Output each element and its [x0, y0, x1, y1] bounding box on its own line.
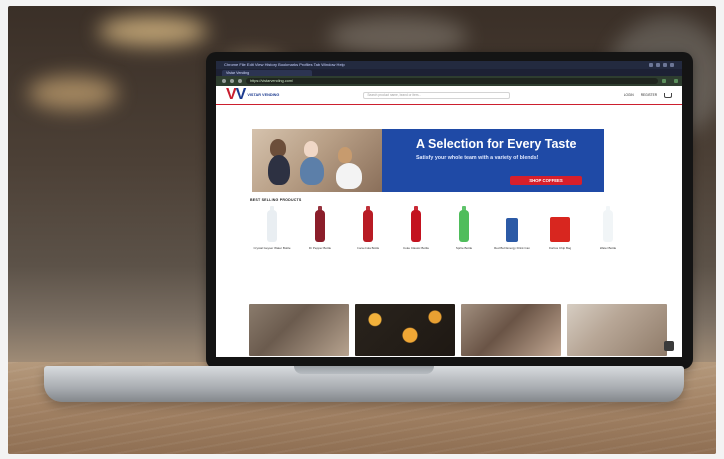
product-item[interactable]: Red Bull Energy Drink Can [490, 208, 534, 266]
hero-blue-panel: A Selection for Every Taste Satisfy your… [382, 129, 604, 192]
login-link[interactable]: LOGIN [624, 93, 634, 97]
hero-title: A Selection for Every Taste [416, 137, 577, 151]
logo-mark-icon: VV [226, 86, 246, 103]
status-icon [649, 63, 653, 67]
promo-tiles [249, 304, 669, 356]
site-header: VV VISTAR VENDING Search product name, b… [216, 86, 682, 105]
address-input[interactable]: https://vistarvending.com/ [246, 78, 658, 84]
status-icon [656, 63, 660, 67]
bottle-icon [363, 206, 373, 242]
menubar-status-icons [649, 63, 678, 67]
product-item[interactable]: Sprite Bottle [442, 206, 486, 266]
product-item[interactable]: Crystal Geyser Water Bottle [250, 206, 294, 266]
laptop-screen: Chrome File Edit View History Bookmarks … [206, 52, 693, 369]
product-carousel: Crystal Geyser Water Bottle Dr Pepper Bot… [250, 206, 630, 266]
browser-tabbar: Vistar Vending [216, 69, 682, 76]
person-figure [336, 163, 362, 189]
product-name: Crystal Geyser Water Bottle [253, 247, 291, 250]
can-icon [506, 218, 518, 242]
product-name: Coke Classic Bottle [402, 247, 429, 250]
hero-banner: A Selection for Every Taste Satisfy your… [252, 129, 604, 192]
bottle-icon [411, 206, 421, 242]
person-figure [268, 155, 290, 185]
os-menubar: Chrome File Edit View History Bookmarks … [216, 61, 682, 69]
product-name: Sprite Bottle [455, 247, 473, 250]
extension-icon[interactable] [662, 79, 666, 83]
person-figure [338, 147, 352, 163]
bottle-icon [603, 206, 613, 242]
logo-text: VISTAR VENDING [247, 92, 280, 97]
bottle-icon [315, 206, 325, 242]
product-item[interactable]: Doritos Chip Bag [538, 208, 582, 266]
background-photo: Chrome File Edit View History Bookmarks … [8, 6, 716, 454]
back-icon[interactable] [222, 79, 226, 83]
profile-icon[interactable] [674, 79, 678, 83]
promo-tile[interactable] [355, 304, 455, 356]
promo-tile[interactable] [461, 304, 561, 356]
forward-icon[interactable] [230, 79, 234, 83]
hero-photo [252, 129, 382, 192]
product-name: Dr Pepper Bottle [308, 247, 332, 250]
product-name: Coca-Cola Bottle [356, 247, 380, 250]
status-icon [670, 63, 674, 67]
cart-icon[interactable] [664, 92, 672, 98]
product-item[interactable]: Water Bottle [586, 206, 630, 266]
light-fixture-blur [98, 16, 208, 46]
best-selling-title: BEST SELLING PRODUCTS [250, 198, 302, 202]
product-name: Red Bull Energy Drink Can [494, 247, 530, 250]
light-fixture-blur [28, 76, 118, 110]
shop-coffees-button[interactable]: SHOP COFFEES [510, 176, 582, 185]
status-icon [663, 63, 667, 67]
browser-tab[interactable]: Vistar Vending [222, 70, 312, 76]
register-link[interactable]: REGISTER [641, 93, 657, 97]
person-figure [304, 141, 318, 157]
bottle-icon [267, 206, 277, 242]
window-light-blur [328, 16, 468, 56]
header-links: LOGIN REGISTER [624, 92, 672, 98]
product-name: Doritos Chip Bag [548, 247, 572, 250]
hero-subtitle: Satisfy your whole team with a variety o… [416, 155, 539, 161]
promo-tile[interactable] [249, 304, 349, 356]
search-input[interactable]: Search product name, brand or item... [363, 91, 511, 99]
menubar-text: Chrome File Edit View History Bookmarks … [224, 62, 345, 67]
product-item[interactable]: Dr Pepper Bottle [298, 206, 342, 266]
chip-bag-icon [550, 217, 570, 242]
bottle-icon [459, 206, 469, 242]
product-item[interactable]: Coke Classic Bottle [394, 206, 438, 266]
chat-icon[interactable] [664, 341, 674, 351]
browser-window: Chrome File Edit View History Bookmarks … [216, 61, 682, 357]
brand-logo[interactable]: VV VISTAR VENDING [226, 87, 279, 103]
promo-tile[interactable] [567, 304, 667, 356]
address-bar-row: https://vistarvending.com/ [216, 76, 682, 86]
laptop-hinge-notch [294, 366, 434, 374]
person-figure [300, 157, 324, 185]
product-item[interactable]: Coca-Cola Bottle [346, 206, 390, 266]
product-name: Water Bottle [599, 247, 617, 250]
reload-icon[interactable] [238, 79, 242, 83]
